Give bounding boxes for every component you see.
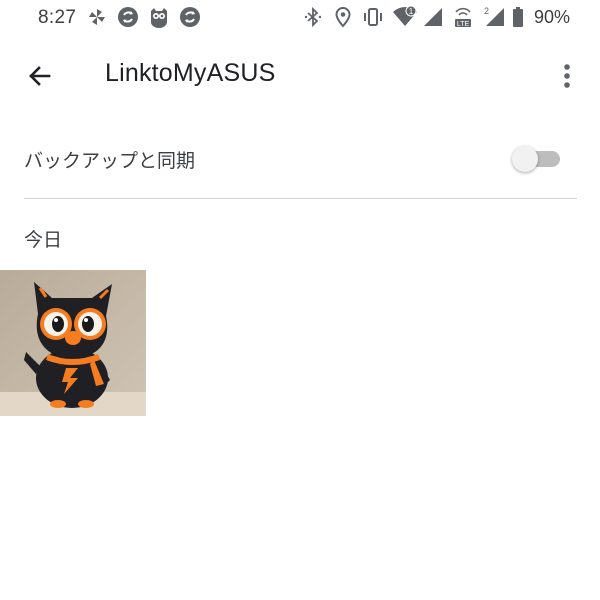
notification-icons [86,6,201,28]
location-icon [332,6,354,28]
toggle-thumb [512,146,538,172]
page-title: LinktoMyASUS [105,59,276,87]
back-button[interactable] [20,58,60,98]
bluetooth-icon [302,6,324,28]
sim2-badge: 2 [484,6,489,16]
pinwheel-icon [86,6,108,28]
status-bar: 8:27 1 LTE 2 90% [0,0,600,38]
photo-thumbnail[interactable] [0,270,146,416]
more-options-button[interactable] [552,58,582,98]
backup-sync-toggle[interactable] [512,146,562,172]
section-header-today: 今日 [24,229,63,251]
battery-icon [512,6,524,28]
system-icons: 1 LTE 2 90% [302,5,570,28]
battery-percent: 90% [533,6,570,27]
sync-notification-icon [117,6,139,28]
app-bar: LinktoMyASUS [0,38,600,114]
wifi-badge: 1 [409,7,414,16]
wifi-icon: 1 [392,5,417,28]
status-time: 8:27 [38,7,77,28]
divider [24,198,577,199]
volte-lte-icon: LTE [452,6,474,28]
mascot-notification-icon [148,6,170,28]
signal-icon: 2 [482,6,504,28]
arrow-back-icon [27,63,53,94]
signal-icon [422,6,444,28]
owl-plush-image [0,270,146,416]
vibrate-icon [362,6,384,28]
backup-sync-row[interactable]: バックアップと同期 [0,130,600,186]
more-vert-icon [563,63,571,94]
backup-sync-label: バックアップと同期 [24,150,196,172]
screen: 8:27 1 LTE 2 90% LinktoMyASUS バックアップと同期 … [0,0,600,600]
lte-label: LTE [457,21,470,28]
sync-notification-icon [179,6,201,28]
